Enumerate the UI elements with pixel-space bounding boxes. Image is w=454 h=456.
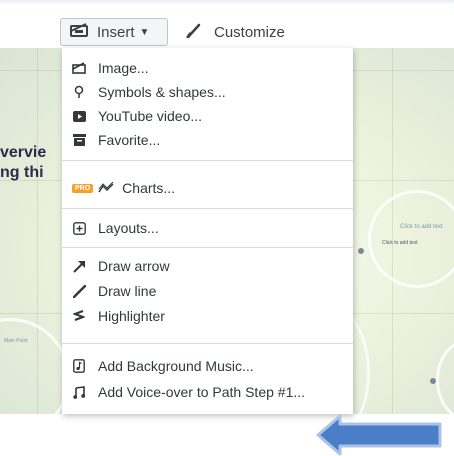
youtube-icon <box>72 109 86 123</box>
menu-item-label: Layouts... <box>98 220 159 236</box>
menu-item-highlighter[interactable]: Highlighter <box>62 304 353 328</box>
toolbar-edge <box>0 0 454 5</box>
music-file-icon <box>72 359 86 373</box>
customize-label: Customize <box>214 23 285 41</box>
menu-item-label: Image... <box>98 60 149 76</box>
edge-circle[interactable] <box>436 340 454 414</box>
menu-divider <box>62 247 353 248</box>
brush-icon <box>186 22 202 42</box>
toolbar: Insert ▼ Customize <box>0 0 454 48</box>
layouts-icon <box>72 221 86 235</box>
menu-item-label: Add Voice-over to Path Step #1... <box>98 384 306 400</box>
menu-divider <box>62 343 353 344</box>
left-arrow-icon <box>316 414 442 456</box>
menu-item-label: Charts... <box>122 180 176 196</box>
arrow-icon <box>72 259 86 273</box>
highlighter-icon <box>72 309 86 323</box>
pro-badge: PRO <box>72 183 94 193</box>
path-dot <box>430 378 436 384</box>
insert-icon <box>69 22 89 42</box>
insert-button[interactable]: Insert ▼ <box>60 18 168 46</box>
menu-divider <box>62 208 353 209</box>
menu-item-label: Symbols & shapes... <box>98 84 226 100</box>
menu-item-charts[interactable]: PRO Charts... <box>62 176 353 200</box>
menu-item-symbols-shapes[interactable]: Symbols & shapes... <box>62 80 353 104</box>
favorite-icon <box>72 133 86 147</box>
menu-item-label: Draw arrow <box>98 258 170 274</box>
menu-item-label: Highlighter <box>98 308 165 324</box>
menu-item-youtube-video[interactable]: YouTube video... <box>62 104 353 128</box>
menu-item-label: Draw line <box>98 283 157 299</box>
menu-divider <box>62 160 353 161</box>
music-note-icon <box>72 385 86 399</box>
menu-item-draw-arrow[interactable]: Draw arrow <box>62 254 353 278</box>
topic-circle[interactable] <box>368 190 454 288</box>
symbols-icon <box>72 85 86 99</box>
menu-item-draw-line[interactable]: Draw line <box>62 279 353 303</box>
menu-item-label: Add Background Music... <box>98 358 254 374</box>
chevron-down-icon: ▼ <box>139 26 150 38</box>
image-icon <box>72 61 86 75</box>
menu-item-add-voice-over[interactable]: Add Voice-over to Path Step #1... <box>62 380 353 404</box>
main-point-circle[interactable] <box>0 318 70 414</box>
chart-icon <box>98 182 114 194</box>
click-to-add-text: Click to add text <box>400 224 443 230</box>
canvas-title-line1: vervie <box>0 144 47 161</box>
menu-item-favorite[interactable]: Favorite... <box>62 128 353 152</box>
line-icon <box>72 284 86 298</box>
customize-button[interactable]: Customize <box>186 18 285 46</box>
insert-label: Insert <box>97 23 135 41</box>
canvas-small-text: Click to add text <box>382 240 418 246</box>
menu-item-label: YouTube video... <box>98 108 203 124</box>
path-dot <box>358 248 364 254</box>
menu-item-layouts[interactable]: Layouts... <box>62 216 353 240</box>
main-point-label: Main Point <box>4 338 28 344</box>
insert-menu: Image... Symbols & shapes... YouTube vid… <box>62 48 353 414</box>
menu-item-label: Favorite... <box>98 132 161 148</box>
canvas-title-line2: ng thi <box>0 164 44 181</box>
menu-item-add-background-music[interactable]: Add Background Music... <box>62 354 353 378</box>
menu-item-image[interactable]: Image... <box>62 56 353 80</box>
